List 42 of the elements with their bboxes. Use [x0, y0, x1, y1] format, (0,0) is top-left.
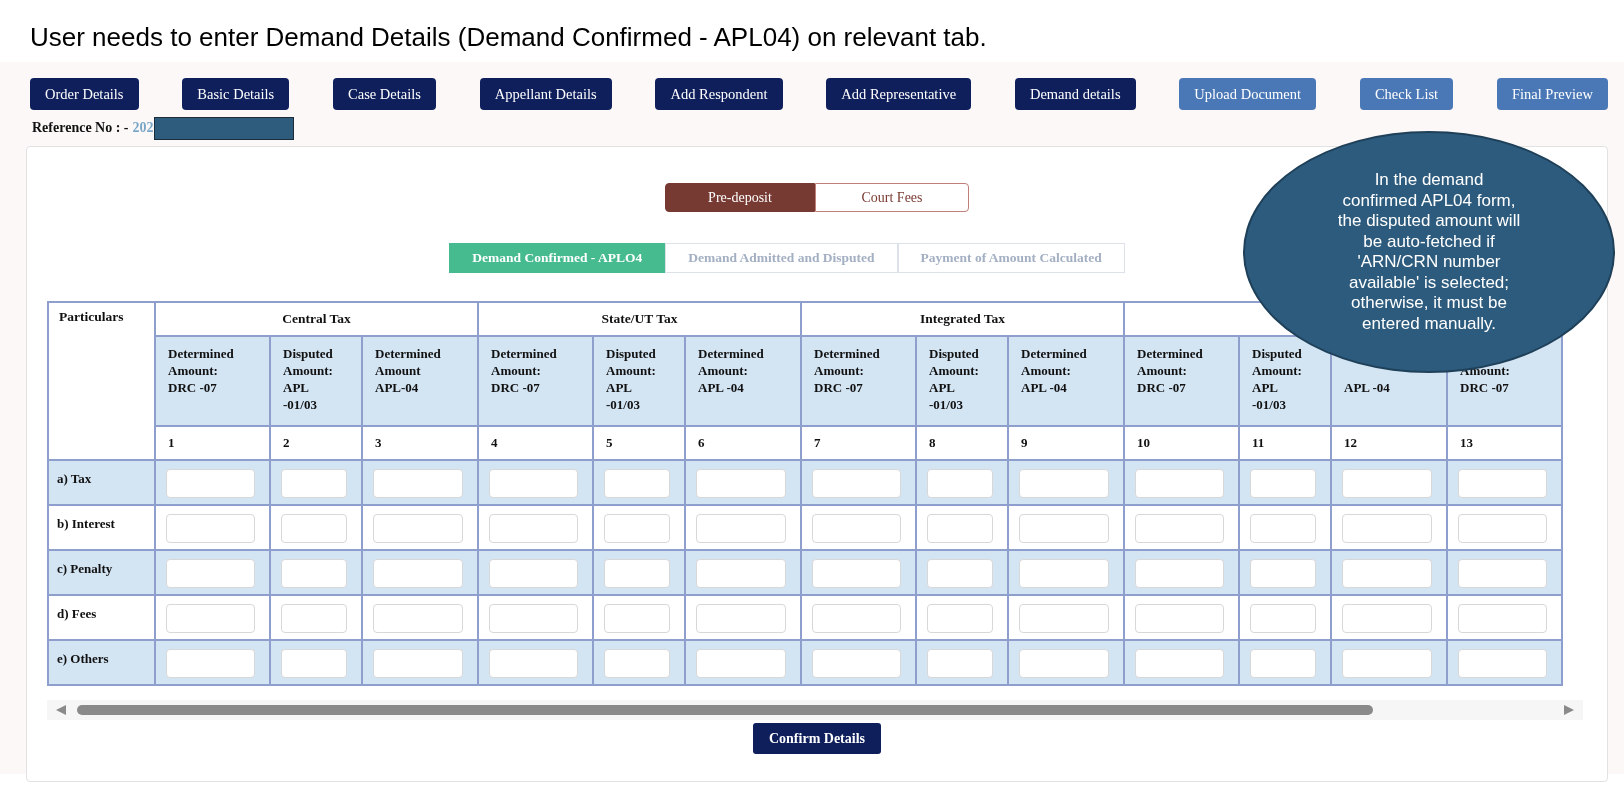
- column-header: Determined Amount APL-04: [362, 336, 478, 426]
- callout-text: entered manually.: [1362, 313, 1496, 334]
- reference-label: Reference No : -: [32, 120, 129, 136]
- callout-text: otherwise, it must be: [1351, 293, 1507, 314]
- column-header: Determined Amount: DRC -07: [155, 336, 270, 426]
- instruction-text: User needs to enter Demand Details (Demand Confirmed - APL04) on relevant tab.: [30, 22, 987, 53]
- callout-text: be auto-fetched if: [1363, 231, 1495, 252]
- confirm-button[interactable]: Confirm Details: [752, 723, 881, 754]
- column-header: Disputed Amount: APL -01/03: [1239, 336, 1331, 426]
- column-group-header: State/UT Tax: [478, 302, 801, 336]
- row-label: c) Penalty: [48, 550, 155, 595]
- nav-button[interactable]: Check List: [1359, 78, 1454, 110]
- nav-button[interactable]: Add Representative: [826, 78, 972, 110]
- column-header: Determined Amount: DRC -07: [801, 336, 916, 426]
- nav-button[interactable]: Order Details: [30, 78, 139, 110]
- callout-text: In the demand: [1374, 170, 1484, 191]
- column-header: Disputed Amount: APL -01/03: [270, 336, 362, 426]
- callout-text: confirmed APL04 form,: [1342, 190, 1516, 211]
- row-label: e) Others: [48, 640, 155, 685]
- column-header: Determined Amount: APL -04: [685, 336, 801, 426]
- toggle-option[interactable]: Court Fees: [815, 183, 969, 212]
- nav-button[interactable]: Demand details: [1014, 78, 1136, 110]
- callout-text: available' is selected;: [1348, 272, 1510, 293]
- nav-button[interactable]: Final Preview: [1496, 78, 1608, 110]
- column-header: Determined Amount: DRC -07: [478, 336, 593, 426]
- column-group-header: Integrated Tax: [801, 302, 1124, 336]
- row-label: a) Tax: [48, 460, 155, 505]
- column-header: Disputed Amount: APL -01/03: [593, 336, 685, 426]
- callout-text: the disputed amount will: [1337, 211, 1521, 232]
- nav-button[interactable]: Upload Document: [1179, 78, 1317, 110]
- column-group-header: Central Tax: [155, 302, 478, 336]
- nav-button[interactable]: Case Details: [333, 78, 436, 110]
- column-header: Particulars: [48, 302, 155, 460]
- column-header: Determined Amount: APL -04: [1008, 336, 1124, 426]
- column-header: Determined Amount: DRC -07: [1124, 336, 1239, 426]
- column-header: Disputed Amount: APL -01/03: [916, 336, 1008, 426]
- nav-button[interactable]: Appellant Details: [479, 78, 612, 110]
- reference-value: 202: [132, 120, 154, 136]
- toggle-option[interactable]: Pre-deposit: [665, 183, 815, 212]
- callout-text: 'ARN/CRN number: [1357, 252, 1501, 273]
- nav-button[interactable]: Add Respondent: [655, 78, 783, 110]
- nav-button[interactable]: Basic Details: [182, 78, 290, 110]
